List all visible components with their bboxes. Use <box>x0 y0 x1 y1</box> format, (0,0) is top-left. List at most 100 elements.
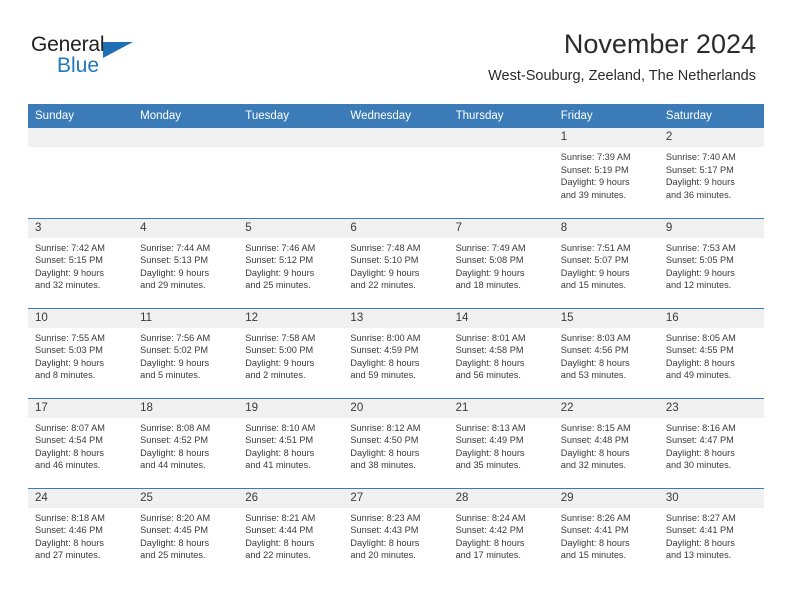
day-sunrise-text: Sunrise: 8:24 AM <box>455 512 526 523</box>
weekday-header-saturday: Saturday <box>658 104 764 128</box>
calendar-day-cell[interactable]: 14 Sunrise: 8:01 AM Sunset: 4:58 PM Dayligh… <box>448 307 554 398</box>
logo[interactable]: General Blue <box>31 34 151 80</box>
day-daylight1-text: Daylight: 9 hours <box>560 267 630 278</box>
calendar-day-cell[interactable]: 9 Sunrise: 7:53 AM Sunset: 5:05 PM Daylight… <box>658 217 764 308</box>
day-sun-info: Sunrise: 8:12 AM Sunset: 4:50 PM Daylight:… <box>343 418 448 472</box>
calendar-day-cell[interactable]: 3 Sunrise: 7:42 AM Sunset: 5:15 PM Daylight… <box>28 217 134 308</box>
day-sunset-text: Sunset: 4:51 PM <box>245 435 314 446</box>
calendar-day-cell[interactable]: 10 Sunrise: 7:55 AM Sunset: 5:03 PM Dayligh… <box>28 307 134 398</box>
day-number: 4 <box>133 218 239 238</box>
calendar-day-cell[interactable]: 20 Sunrise: 8:12 AM Sunset: 4:50 PM Dayligh… <box>343 397 449 488</box>
weekday-header-wednesday: Wednesday <box>343 104 449 128</box>
day-number: 29 <box>553 488 659 508</box>
calendar-day-cell[interactable]: 16 Sunrise: 8:05 AM Sunset: 4:55 PM Dayligh… <box>658 307 764 398</box>
calendar-day-cell[interactable]: 7 Sunrise: 7:49 AM Sunset: 5:08 PM Daylight… <box>448 217 554 308</box>
day-number: 20 <box>343 398 449 418</box>
day-sunrise-text: Sunrise: 8:08 AM <box>140 422 211 433</box>
calendar-day-cell[interactable]: 4 Sunrise: 7:44 AM Sunset: 5:13 PM Daylight… <box>133 217 239 308</box>
calendar-day-cell[interactable]: 18 Sunrise: 8:08 AM Sunset: 4:52 PM Dayligh… <box>133 397 239 488</box>
day-sunset-text: Sunset: 5:00 PM <box>245 345 314 356</box>
day-daylight2-text: and 38 minutes. <box>350 460 416 471</box>
day-daylight2-text: and 25 minutes. <box>245 280 311 291</box>
day-sun-info: Sunrise: 7:48 AM Sunset: 5:10 PM Daylight:… <box>343 238 448 292</box>
day-daylight1-text: Daylight: 9 hours <box>140 267 210 278</box>
day-daylight1-text: Daylight: 9 hours <box>455 267 525 278</box>
calendar-page: General Blue November 2024 West-Souburg,… <box>0 0 792 612</box>
day-number: 14 <box>448 308 554 328</box>
day-sunrise-text: Sunrise: 8:27 AM <box>665 512 736 523</box>
day-daylight2-text: and 27 minutes. <box>35 550 101 561</box>
day-daylight2-text: and 39 minutes. <box>560 189 627 200</box>
day-number: 19 <box>238 398 344 418</box>
day-sunrise-text: Sunrise: 7:49 AM <box>455 242 526 253</box>
day-daylight2-text: and 2 minutes. <box>245 370 306 381</box>
calendar-week-row: 1 Sunrise: 7:39 AM Sunset: 5:19 PM Daylight… <box>28 128 764 218</box>
day-sunrise-text: Sunrise: 8:18 AM <box>35 512 105 523</box>
calendar-day-cell[interactable]: 13 Sunrise: 8:00 AM Sunset: 4:59 PM Dayligh… <box>343 307 449 398</box>
day-daylight2-text: and 8 minutes. <box>35 370 96 381</box>
day-sunrise-text: Sunrise: 7:48 AM <box>350 242 421 253</box>
day-number: 24 <box>28 488 134 508</box>
calendar-day-cell[interactable]: 1 Sunrise: 7:39 AM Sunset: 5:19 PM Daylight… <box>553 128 659 218</box>
calendar-day-cell[interactable]: 17 Sunrise: 8:07 AM Sunset: 4:54 PM Dayligh… <box>28 397 134 488</box>
day-sunset-text: Sunset: 4:56 PM <box>560 345 629 356</box>
day-daylight2-text: and 17 minutes. <box>455 550 521 561</box>
day-daylight1-text: Daylight: 8 hours <box>560 357 630 368</box>
day-sun-info: Sunrise: 8:23 AM Sunset: 4:43 PM Daylight:… <box>343 508 448 562</box>
day-sunrise-text: Sunrise: 7:46 AM <box>245 242 316 253</box>
calendar-week-row: 24 Sunrise: 8:18 AM Sunset: 4:46 PM Dayligh… <box>28 487 764 578</box>
calendar-day-cell[interactable]: 25 Sunrise: 8:20 AM Sunset: 4:45 PM Dayligh… <box>133 487 239 578</box>
calendar-day-cell[interactable]: 8 Sunrise: 7:51 AM Sunset: 5:07 PM Daylight… <box>553 217 659 308</box>
calendar-day-cell[interactable]: 21 Sunrise: 8:13 AM Sunset: 4:49 PM Dayligh… <box>448 397 554 488</box>
day-sun-info: Sunrise: 8:10 AM Sunset: 4:51 PM Daylight:… <box>238 418 343 472</box>
calendar-day-cell[interactable]: 5 Sunrise: 7:46 AM Sunset: 5:12 PM Daylight… <box>238 217 344 308</box>
calendar-day-cell[interactable]: 24 Sunrise: 8:18 AM Sunset: 4:46 PM Dayligh… <box>28 487 134 578</box>
day-sun-info: Sunrise: 8:05 AM Sunset: 4:55 PM Daylight:… <box>659 328 764 382</box>
day-number: 30 <box>658 488 764 508</box>
calendar-day-cell[interactable]: 19 Sunrise: 8:10 AM Sunset: 4:51 PM Dayligh… <box>238 397 344 488</box>
day-sunset-text: Sunset: 4:42 PM <box>455 525 524 536</box>
day-number: 8 <box>553 218 659 238</box>
calendar-day-cell[interactable]: 2 Sunrise: 7:40 AM Sunset: 5:17 PM Daylight… <box>658 128 764 218</box>
day-sunrise-text: Sunrise: 8:26 AM <box>560 512 631 523</box>
calendar-header-row: Sunday Monday Tuesday Wednesday Thursday… <box>28 104 764 128</box>
day-sunset-text: Sunset: 5:19 PM <box>560 164 629 175</box>
calendar-day-cell[interactable]: 29 Sunrise: 8:26 AM Sunset: 4:41 PM Dayligh… <box>553 487 659 578</box>
day-sunrise-text: Sunrise: 7:56 AM <box>140 332 211 343</box>
day-sunset-text: Sunset: 5:13 PM <box>140 255 209 266</box>
calendar-day-cell[interactable]: 27 Sunrise: 8:23 AM Sunset: 4:43 PM Dayligh… <box>343 487 449 578</box>
day-sunrise-text: Sunrise: 7:53 AM <box>665 242 736 253</box>
calendar-day-cell[interactable]: 23 Sunrise: 8:16 AM Sunset: 4:47 PM Dayligh… <box>658 397 764 488</box>
day-sunrise-text: Sunrise: 8:16 AM <box>665 422 736 433</box>
day-sun-info: Sunrise: 7:51 AM Sunset: 5:07 PM Daylight:… <box>554 238 659 292</box>
day-sunrise-text: Sunrise: 7:42 AM <box>35 242 105 253</box>
calendar-day-cell[interactable]: 22 Sunrise: 8:15 AM Sunset: 4:48 PM Dayligh… <box>553 397 659 488</box>
calendar-day-cell[interactable]: 30 Sunrise: 8:27 AM Sunset: 4:41 PM Dayligh… <box>658 487 764 578</box>
calendar-day-cell[interactable]: 11 Sunrise: 7:56 AM Sunset: 5:02 PM Dayligh… <box>133 307 239 398</box>
calendar-week-row: 3 Sunrise: 7:42 AM Sunset: 5:15 PM Daylight… <box>28 217 764 308</box>
day-daylight2-text: and 29 minutes. <box>140 280 206 291</box>
day-sunrise-text: Sunrise: 8:15 AM <box>560 422 631 433</box>
day-sunrise-text: Sunrise: 8:23 AM <box>350 512 421 523</box>
page-subtitle: West-Souburg, Zeeland, The Netherlands <box>488 68 756 84</box>
weekday-header-thursday: Thursday <box>448 104 554 128</box>
day-sunset-text: Sunset: 5:12 PM <box>245 255 314 266</box>
triangle-icon <box>103 42 133 58</box>
day-number: 18 <box>133 398 239 418</box>
day-daylight1-text: Daylight: 9 hours <box>350 267 420 278</box>
calendar-day-cell[interactable]: 6 Sunrise: 7:48 AM Sunset: 5:10 PM Daylight… <box>343 217 449 308</box>
calendar-day-cell[interactable]: 28 Sunrise: 8:24 AM Sunset: 4:42 PM Dayligh… <box>448 487 554 578</box>
calendar-day-cell[interactable]: 15 Sunrise: 8:03 AM Sunset: 4:56 PM Dayligh… <box>553 307 659 398</box>
calendar-day-cell[interactable]: 26 Sunrise: 8:21 AM Sunset: 4:44 PM Dayligh… <box>238 487 344 578</box>
day-daylight1-text: Daylight: 8 hours <box>350 537 420 548</box>
calendar-day-cell[interactable]: 12 Sunrise: 7:58 AM Sunset: 5:00 PM Dayligh… <box>238 307 344 398</box>
day-sunset-text: Sunset: 4:43 PM <box>350 525 419 536</box>
day-daylight2-text: and 30 minutes. <box>665 460 732 471</box>
day-daylight1-text: Daylight: 8 hours <box>665 537 735 548</box>
day-sunrise-text: Sunrise: 8:12 AM <box>350 422 421 433</box>
day-daylight1-text: Daylight: 9 hours <box>245 357 315 368</box>
day-sunset-text: Sunset: 4:54 PM <box>35 435 103 446</box>
day-number: 16 <box>658 308 764 328</box>
weekday-header-friday: Friday <box>553 104 659 128</box>
day-sunset-text: Sunset: 5:07 PM <box>560 255 629 266</box>
